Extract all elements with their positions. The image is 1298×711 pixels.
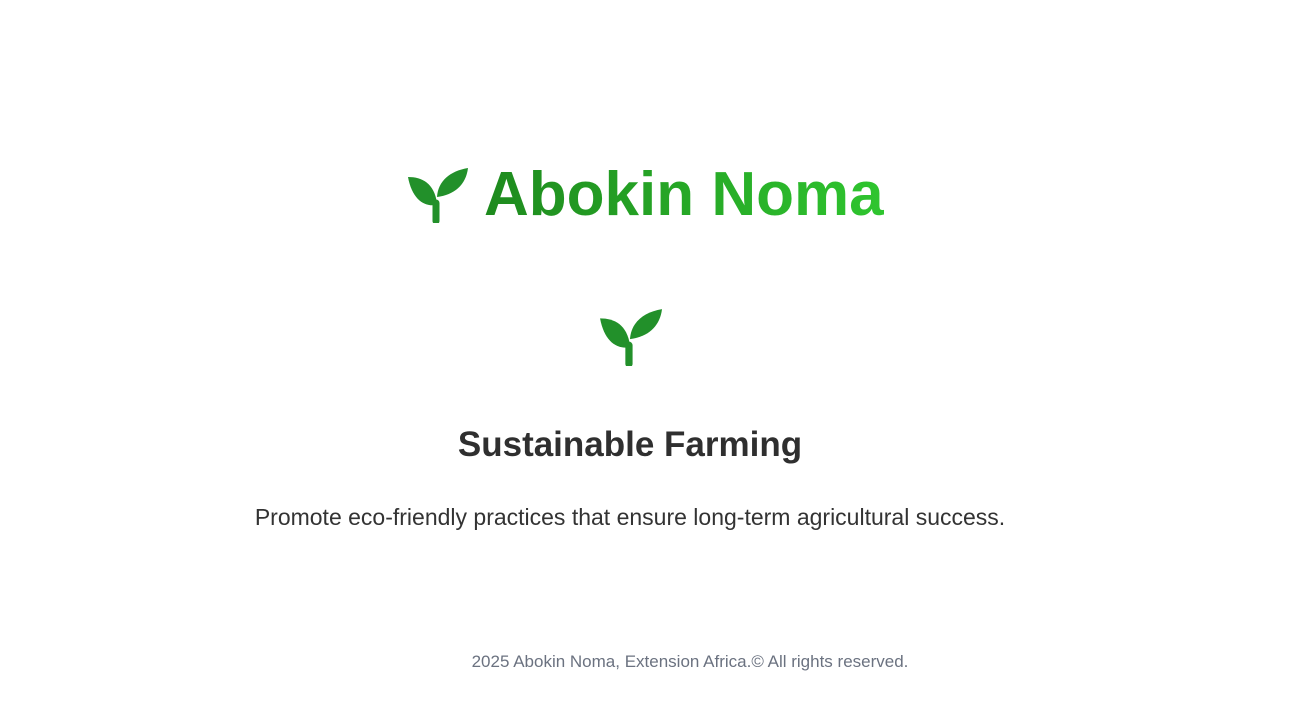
seedling-icon bbox=[598, 308, 662, 368]
brand-logo[interactable]: Abokin Noma bbox=[406, 160, 884, 230]
feature-title: Sustainable Farming bbox=[457, 425, 803, 464]
feature-description: Promote eco-friendly practices that ensu… bbox=[254, 504, 1006, 530]
footer-copyright: 2025 Abokin Noma, Extension Africa.© All… bbox=[471, 652, 909, 671]
seedling-icon bbox=[406, 167, 468, 225]
brand-name: Abokin Noma bbox=[484, 160, 884, 229]
page: Abokin Noma Sustainable Farming Promote … bbox=[0, 0, 1298, 711]
